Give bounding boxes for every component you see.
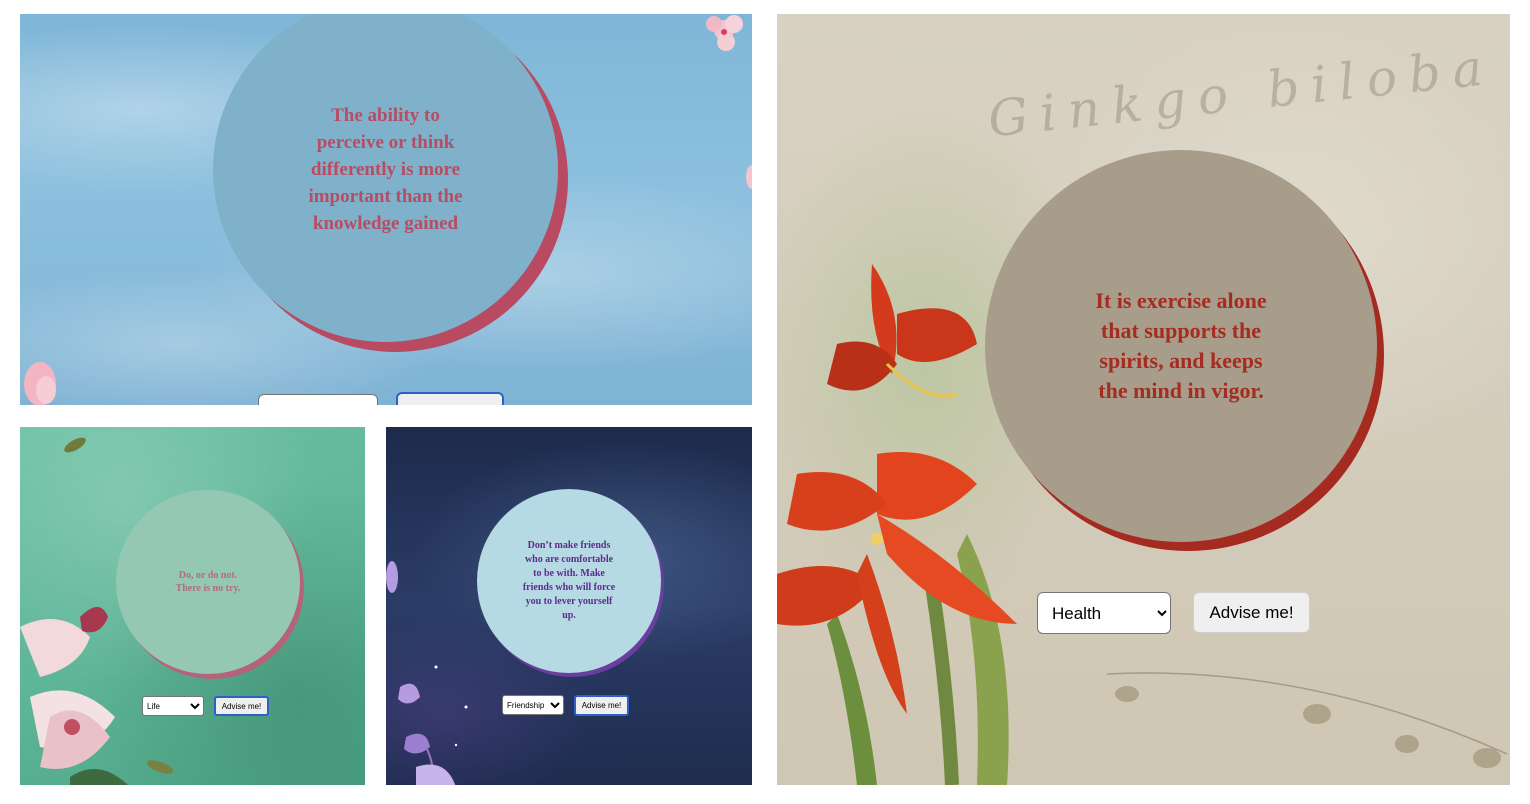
quote-card: The ability to perceive or think differe… — [213, 14, 573, 365]
category-select[interactable] — [258, 394, 378, 405]
quote-text: Do, or do not. There is no try. — [175, 570, 241, 594]
flower-decoration — [24, 362, 56, 405]
leaf-decoration — [64, 437, 86, 453]
flower-decoration — [746, 165, 752, 189]
advise-button[interactable]: Advise me! — [214, 696, 269, 716]
quote-text: The ability to perceive or think differe… — [308, 105, 463, 234]
quote-circle: Don’t make friends who are comfortable t… — [477, 489, 661, 673]
category-select[interactable]: Life — [142, 696, 204, 716]
ginkgo-leaf-decoration — [1107, 672, 1507, 768]
violet-flower-decoration — [398, 665, 468, 785]
quote-circle: Do, or do not. There is no try. — [116, 490, 300, 674]
script-watermark: Ginkgo biloba — [985, 37, 1497, 149]
advise-button[interactable]: Advise me! — [1193, 592, 1310, 633]
quote-text: It is exercise alone that supports the s… — [1095, 288, 1267, 403]
category-select[interactable]: Health — [1037, 592, 1171, 634]
leaf-decoration — [146, 760, 174, 774]
quote-circle: It is exercise alone that supports the s… — [985, 150, 1377, 542]
quote-card: Do, or do not. There is no try. — [116, 490, 306, 682]
category-select[interactable]: Friendship — [502, 695, 564, 715]
advise-button[interactable]: Advise me! — [574, 695, 629, 716]
panel-blue: The ability to perceive or think differe… — [20, 14, 752, 405]
quote-card: Don’t make friends who are comfortable t… — [477, 489, 667, 679]
advise-button[interactable] — [396, 392, 504, 405]
violet-flower-decoration — [386, 561, 398, 593]
quote-card: It is exercise alone that supports the s… — [985, 150, 1387, 556]
flower-decoration — [706, 15, 743, 51]
panel-beige: Ginkgo biloba It is exercise alone that … — [777, 14, 1510, 785]
panel-navy: Don’t make friends who are comfortable t… — [386, 427, 752, 785]
quote-text: Don’t make friends who are comfortable t… — [522, 540, 616, 621]
panel-green: Do, or do not. There is no try. Life Adv… — [20, 427, 365, 785]
